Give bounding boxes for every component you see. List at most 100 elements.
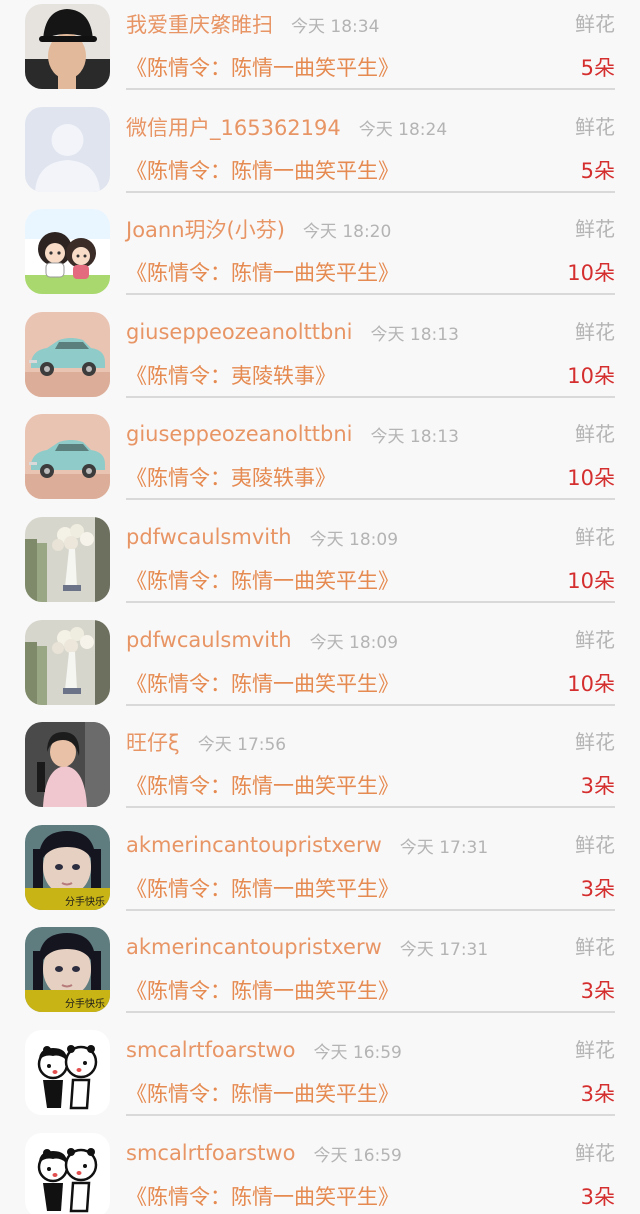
- row-divider: [126, 191, 615, 193]
- gift-count: 5朵: [580, 56, 615, 80]
- list-item[interactable]: 分手快乐 akmerincantoupristxerw 今天 17:31 鲜花 《陈情令…: [0, 923, 640, 1026]
- kissing-cartoon-avatar[interactable]: [25, 1133, 110, 1214]
- list-item[interactable]: giuseppeozeanolttbni 今天 18:13 鲜花 《陈情令：夷陵轶事》…: [0, 410, 640, 513]
- username[interactable]: akmerincantoupristxerw: [126, 935, 382, 959]
- gift-type-label: 鲜花: [575, 525, 615, 549]
- gift-type-label: 鲜花: [575, 115, 615, 139]
- timestamp: 今天 16:59: [313, 1145, 402, 1166]
- girl-bangs-avatar[interactable]: 分手快乐: [25, 825, 110, 910]
- row-divider: [126, 293, 615, 295]
- username[interactable]: 微信用户_165362194: [126, 112, 341, 142]
- username[interactable]: smcalrtfoarstwo: [126, 1038, 295, 1062]
- name-line: 我爱重庆綮睢扫 今天 18:34: [126, 7, 379, 41]
- row-divider: [126, 88, 615, 90]
- gift-count: 10朵: [567, 261, 615, 285]
- gift-count: 5朵: [580, 159, 615, 183]
- username[interactable]: giuseppeozeanolttbni: [126, 320, 353, 344]
- list-item[interactable]: 分手快乐 akmerincantoupristxerw 今天 17:31 鲜花 《陈情令…: [0, 821, 640, 924]
- vintage-car-avatar[interactable]: [25, 312, 110, 397]
- username[interactable]: smcalrtfoarstwo: [126, 1141, 295, 1165]
- flower-bouquet-avatar[interactable]: [25, 620, 110, 705]
- girl-bangs-avatar[interactable]: 分手快乐: [25, 927, 110, 1012]
- name-line: Joann玥汐(小芬) 今天 18:20: [126, 212, 391, 246]
- gift-count: 3朵: [580, 979, 615, 1003]
- list-item[interactable]: smcalrtfoarstwo 今天 16:59 鲜花《陈情令：陈情一曲笑平生》 3朵: [0, 1026, 640, 1129]
- gift-type-label: 鲜花: [575, 217, 615, 241]
- username[interactable]: akmerincantoupristxerw: [126, 833, 382, 857]
- kissing-cartoon-avatar[interactable]: [25, 1030, 110, 1115]
- gift-count: 10朵: [567, 672, 615, 696]
- book-title-link[interactable]: 《陈情令：陈情一曲笑平生》: [126, 1077, 399, 1111]
- list-item[interactable]: 微信用户_165362194 今天 18:24 鲜花《陈情令：陈情一曲笑平生》 5朵: [0, 103, 640, 206]
- username[interactable]: 我爱重庆綮睢扫: [126, 9, 273, 39]
- row-divider: [126, 1011, 615, 1013]
- avatar-caption: 分手快乐: [65, 997, 105, 1010]
- row-divider: [126, 1114, 615, 1116]
- username[interactable]: pdfwcaulsmvith: [126, 525, 292, 549]
- vintage-car-avatar[interactable]: [25, 414, 110, 499]
- timestamp: 今天 18:09: [309, 632, 399, 653]
- book-title-link[interactable]: 《陈情令：陈情一曲笑平生》: [126, 974, 399, 1008]
- book-title-link[interactable]: 《陈情令：陈情一曲笑平生》: [126, 154, 399, 188]
- username[interactable]: 旺仔ξ: [126, 727, 180, 757]
- man-black-hat-avatar[interactable]: [25, 4, 110, 89]
- flower-gift-list: 我爱重庆綮睢扫 今天 18:34 鲜花 《陈情令：陈情一曲笑平生》 5朵 微信用户_16…: [0, 0, 640, 1214]
- name-line: giuseppeozeanolttbni 今天 18:13: [126, 315, 459, 349]
- anime-chibi-avatar[interactable]: [25, 209, 110, 294]
- name-line: pdfwcaulsmvith 今天 18:09: [126, 623, 398, 657]
- gift-type-label: 鲜花: [575, 1038, 615, 1062]
- timestamp: 今天 18:13: [370, 324, 459, 345]
- list-item[interactable]: giuseppeozeanolttbni 今天 18:13 鲜花《陈情令：夷陵轶事》…: [0, 308, 640, 411]
- list-item[interactable]: Joann玥汐(小芬) 今天 18:20 鲜花《陈情令：陈情一曲笑平生》 10朵: [0, 205, 640, 308]
- row-divider: [126, 601, 615, 603]
- book-title-link[interactable]: 《陈情令：夷陵轶事》: [126, 359, 336, 393]
- timestamp: 今天 18:34: [291, 16, 380, 37]
- timestamp: 今天 17:31: [399, 939, 489, 960]
- username[interactable]: pdfwcaulsmvith: [126, 628, 292, 652]
- gift-count: 3朵: [580, 1185, 615, 1209]
- row-divider: [126, 704, 615, 706]
- book-title-link[interactable]: 《陈情令：陈情一曲笑平生》: [126, 872, 399, 906]
- timestamp: 今天 18:24: [358, 119, 448, 140]
- default-silhouette-avatar[interactable]: [25, 107, 110, 192]
- gift-count: 3朵: [580, 1082, 615, 1106]
- name-line: akmerincantoupristxerw 今天 17:31: [126, 930, 488, 964]
- gift-count: 3朵: [580, 774, 615, 798]
- gift-type-label: 鲜花: [575, 320, 615, 344]
- name-line: smcalrtfoarstwo 今天 16:59: [126, 1136, 402, 1170]
- gift-type-label: 鲜花: [575, 12, 615, 36]
- avatar-caption: 分手快乐: [65, 895, 105, 908]
- name-line: pdfwcaulsmvith 今天 18:09: [126, 520, 398, 554]
- gift-type-label: 鲜花: [575, 628, 615, 652]
- flower-bouquet-avatar[interactable]: [25, 517, 110, 602]
- name-line: akmerincantoupristxerw 今天 17:31: [126, 828, 488, 862]
- list-item[interactable]: pdfwcaulsmvith 今天 18:09 鲜花《陈情令：陈情一曲笑平生》 10朵: [0, 616, 640, 719]
- username[interactable]: giuseppeozeanolttbni: [126, 422, 353, 446]
- timestamp: 今天 18:20: [302, 221, 392, 242]
- gift-count: 10朵: [567, 466, 615, 490]
- gift-type-label: 鲜花: [575, 730, 615, 754]
- row-divider: [126, 806, 615, 808]
- row-divider: [126, 498, 615, 500]
- book-title-link[interactable]: 《陈情令：陈情一曲笑平生》: [126, 1180, 399, 1214]
- list-item[interactable]: pdfwcaulsmvith 今天 18:09 鲜花《陈情令：陈情一曲笑平生》 10朵: [0, 513, 640, 616]
- book-title-link[interactable]: 《陈情令：夷陵轶事》: [126, 461, 336, 495]
- name-line: 旺仔ξ 今天 17:56: [126, 725, 286, 759]
- list-item[interactable]: smcalrtfoarstwo 今天 16:59 鲜花《陈情令：陈情一曲笑平生》 3朵: [0, 1129, 640, 1214]
- book-title-link[interactable]: 《陈情令：陈情一曲笑平生》: [126, 51, 399, 85]
- name-line: smcalrtfoarstwo 今天 16:59: [126, 1033, 402, 1067]
- list-item[interactable]: 旺仔ξ 今天 17:56 鲜花《陈情令：陈情一曲笑平生》 3朵: [0, 718, 640, 821]
- book-title-link[interactable]: 《陈情令：陈情一曲笑平生》: [126, 256, 399, 290]
- girl-pink-sweater-avatar[interactable]: [25, 722, 110, 807]
- timestamp: 今天 16:59: [313, 1042, 402, 1063]
- list-item[interactable]: 我爱重庆綮睢扫 今天 18:34 鲜花《陈情令：陈情一曲笑平生》 5朵: [0, 0, 640, 103]
- gift-type-label: 鲜花: [575, 1141, 615, 1165]
- gift-count: 10朵: [567, 569, 615, 593]
- username[interactable]: Joann玥汐(小芬): [126, 214, 285, 244]
- book-title-link[interactable]: 《陈情令：陈情一曲笑平生》: [126, 564, 399, 598]
- book-title-link[interactable]: 《陈情令：陈情一曲笑平生》: [126, 667, 399, 701]
- gift-count: 3朵: [580, 877, 615, 901]
- book-title-link[interactable]: 《陈情令：陈情一曲笑平生》: [126, 769, 399, 803]
- gift-count: 10朵: [567, 364, 615, 388]
- timestamp: 今天 17:56: [197, 734, 287, 755]
